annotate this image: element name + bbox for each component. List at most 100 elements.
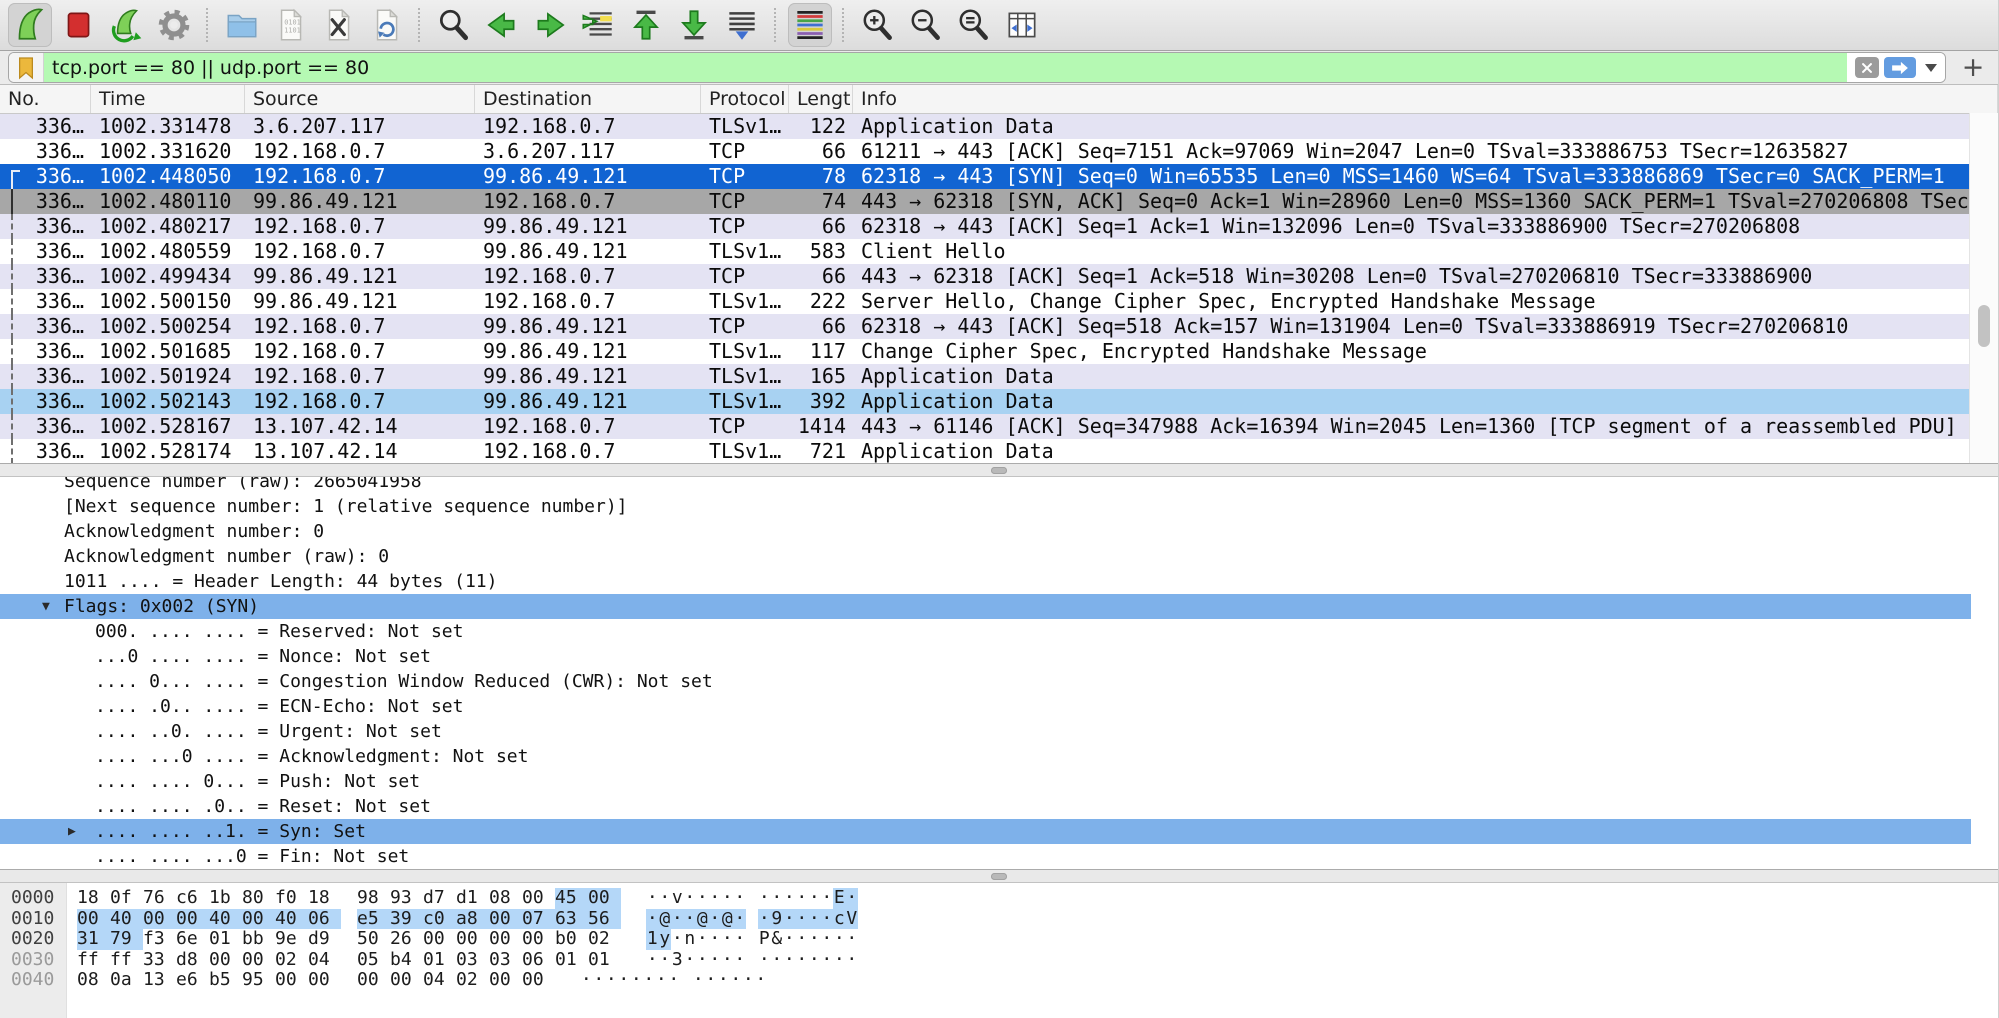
detail-line[interactable]: ...0 .... .... = Nonce: Not set [0,644,1971,669]
packet-row[interactable]: 336…1002.52816713.107.42.14192.168.0.7TC… [0,414,1970,439]
hex-byte[interactable]: 08 [77,970,110,991]
detail-line[interactable]: Acknowledgment number: 0 [0,519,1971,544]
column-header-length[interactable]: Length [789,85,853,113]
hex-byte[interactable]: 40 [209,909,242,930]
go-to-last-packet-button[interactable] [672,3,716,47]
hex-byte[interactable]: 08 [489,888,522,909]
detail-line[interactable]: .... .... ...0 = Fin: Not set [0,844,1971,869]
packet-list-scrollbar-thumb[interactable] [1978,305,1990,347]
hex-byte[interactable]: 00 [209,950,242,971]
zoom-in-button[interactable] [856,3,900,47]
packet-row[interactable]: 336…1002.501685192.168.0.799.86.49.121TL… [0,339,1970,364]
hex-byte[interactable]: 00 [489,929,522,950]
go-forward-button[interactable] [528,3,572,47]
detail-line[interactable]: .... .... 0... = Push: Not set [0,769,1971,794]
detail-line[interactable]: 000. .... .... = Reserved: Not set [0,619,1971,644]
hex-byte[interactable]: 13 [143,970,176,991]
packet-row[interactable]: 336…1002.502143192.168.0.799.86.49.121TL… [0,389,1970,414]
hex-byte[interactable]: 00 [456,929,489,950]
hex-byte[interactable]: 63 [555,909,588,930]
column-header-protocol[interactable]: Protocol [701,85,789,113]
hex-byte[interactable]: 0a [110,970,143,991]
hex-byte[interactable]: 00 [77,909,110,930]
hex-byte[interactable]: 00 [489,970,522,991]
hex-byte[interactable]: 06 [522,950,555,971]
close-file-button[interactable] [316,3,360,47]
collapse-icon[interactable]: ▼ [42,594,50,619]
go-to-first-packet-button[interactable] [624,3,668,47]
hex-byte[interactable]: b0 [555,929,588,950]
hex-byte[interactable]: 00 [390,970,423,991]
hex-byte[interactable]: 40 [110,909,143,930]
hex-byte[interactable]: 18 [77,888,110,909]
hex-byte[interactable]: d1 [456,888,489,909]
hex-byte[interactable]: 07 [522,909,555,930]
detail-line[interactable]: ▶.... .... ..1. = Syn: Set [0,819,1971,844]
detail-line[interactable]: ▼Flags: 0x002 (SYN) [0,594,1971,619]
detail-line[interactable]: .... 0... .... = Congestion Window Reduc… [0,669,1971,694]
column-header-destination[interactable]: Destination [475,85,701,113]
hex-byte[interactable]: 00 [588,888,621,909]
hex-byte[interactable]: 00 [522,970,555,991]
hex-byte[interactable]: e6 [176,970,209,991]
hex-byte[interactable]: 79 [110,929,143,950]
detail-line[interactable]: .... ..0. .... = Urgent: Not set [0,719,1971,744]
hex-byte[interactable]: 00 [522,888,555,909]
hex-byte[interactable]: 6e [176,929,209,950]
reload-file-button[interactable] [364,3,408,47]
display-filter-input[interactable] [44,53,1847,82]
column-header-no[interactable]: No. [0,85,91,113]
packet-row[interactable]: 336…1002.48011099.86.49.121192.168.0.7TC… [0,189,1970,214]
hex-byte[interactable]: 00 [522,929,555,950]
packet-row[interactable]: 336…1002.3314783.6.207.117192.168.0.7TLS… [0,114,1970,139]
hex-byte[interactable]: 00 [357,970,390,991]
hex-byte[interactable]: 00 [423,929,456,950]
hex-byte[interactable]: 04 [308,950,341,971]
hex-byte[interactable]: 05 [357,950,390,971]
packet-row[interactable]: 336…1002.49943499.86.49.121192.168.0.7TC… [0,264,1970,289]
zoom-out-button[interactable] [904,3,948,47]
hex-byte[interactable]: d8 [176,950,209,971]
hex-byte[interactable]: ff [77,950,110,971]
hex-byte[interactable]: 9e [275,929,308,950]
hex-byte[interactable]: f3 [143,929,176,950]
detail-line[interactable]: .... ...0 .... = Acknowledgment: Not set [0,744,1971,769]
hex-byte[interactable]: b4 [390,950,423,971]
detail-line[interactable]: Sequence number (raw): 2665041958 [0,477,1971,494]
detail-line[interactable]: .... .0.. .... = ECN-Echo: Not set [0,694,1971,719]
open-file-button[interactable] [220,3,264,47]
hex-byte[interactable]: 06 [308,909,341,930]
column-header-time[interactable]: Time [91,85,245,113]
resize-columns-button[interactable] [1000,3,1044,47]
packet-row[interactable]: 336…1002.52817413.107.42.14192.168.0.7TL… [0,439,1970,464]
packet-row[interactable]: 336…1002.331620192.168.0.73.6.207.117TCP… [0,139,1970,164]
restart-capture-button[interactable] [104,3,148,47]
hex-byte[interactable]: b5 [209,970,242,991]
hex-byte[interactable]: 98 [357,888,390,909]
hex-byte[interactable]: 50 [357,929,390,950]
filter-dropdown-caret-icon[interactable] [1925,64,1937,72]
hex-byte[interactable]: 93 [390,888,423,909]
detail-line[interactable]: .... .... .0.. = Reset: Not set [0,794,1971,819]
packet-row[interactable]: 336…1002.50015099.86.49.121192.168.0.7TL… [0,289,1970,314]
hex-byte[interactable]: ff [110,950,143,971]
packet-list-scrollbar[interactable] [1969,113,1998,463]
hex-byte[interactable]: 00 [176,909,209,930]
pane-splitter-top[interactable] [0,463,1998,477]
hex-byte[interactable]: f0 [275,888,308,909]
zoom-original-button[interactable] [952,3,996,47]
hex-byte[interactable]: 31 [77,929,110,950]
hex-byte[interactable]: bb [242,929,275,950]
hex-byte[interactable]: 56 [588,909,621,930]
expand-icon[interactable]: ▶ [68,819,76,844]
filter-add-button[interactable]: + [1956,54,1990,82]
packet-row[interactable]: 336…1002.500254192.168.0.799.86.49.121TC… [0,314,1970,339]
filter-clear-button[interactable] [1855,57,1879,78]
detail-line[interactable]: 1011 .... = Header Length: 44 bytes (11) [0,569,1971,594]
hex-byte[interactable]: 26 [390,929,423,950]
packet-row[interactable]: 336…1002.480559192.168.0.799.86.49.121TL… [0,239,1970,264]
hex-byte[interactable]: 80 [242,888,275,909]
capture-options-button[interactable] [152,3,196,47]
packet-row[interactable]: 336…1002.501924192.168.0.799.86.49.121TL… [0,364,1970,389]
colorize-packets-button[interactable] [788,3,832,47]
